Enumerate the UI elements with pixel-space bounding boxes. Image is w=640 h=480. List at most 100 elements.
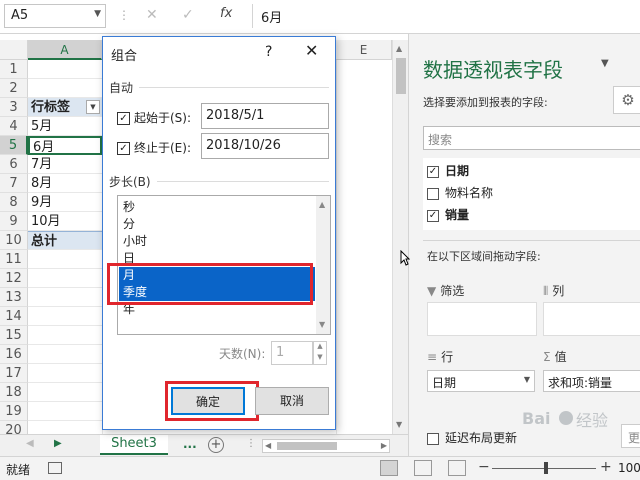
chevron-down-icon[interactable]: ▼ bbox=[524, 375, 530, 384]
step-list-item[interactable]: 秒 bbox=[119, 199, 315, 216]
scroll-thumb[interactable] bbox=[277, 442, 337, 450]
name-box[interactable]: A5 ▼ bbox=[4, 4, 106, 28]
help-button[interactable]: ? bbox=[265, 44, 272, 60]
scroll-thumb[interactable] bbox=[396, 58, 406, 94]
select-all-corner[interactable] bbox=[0, 40, 28, 60]
row-header[interactable]: 19 bbox=[0, 402, 28, 421]
grid-cell[interactable]: 6月 bbox=[28, 136, 102, 155]
step-list-item[interactable]: 分 bbox=[119, 216, 315, 233]
chevron-down-icon[interactable]: ▼ bbox=[601, 58, 609, 69]
row-header[interactable]: 9 bbox=[0, 212, 28, 231]
zoom-in-button[interactable]: + bbox=[600, 459, 612, 475]
columns-drop-zone[interactable] bbox=[543, 302, 640, 336]
close-button[interactable]: ✕ bbox=[305, 41, 318, 60]
spin-down-icon[interactable]: ▼ bbox=[314, 353, 326, 364]
sheet-tab-sheet3[interactable]: Sheet3 bbox=[100, 435, 168, 455]
grid-cell[interactable]: 7月 bbox=[28, 155, 102, 174]
tab-next-icon[interactable]: ▶ bbox=[54, 438, 62, 449]
drag-handle-icon[interactable]: ⋮ bbox=[118, 8, 130, 22]
days-spinner[interactable]: ▲ ▼ bbox=[313, 341, 327, 365]
scroll-up-icon[interactable]: ▲ bbox=[396, 44, 402, 53]
insert-function-icon[interactable]: fx bbox=[220, 6, 232, 21]
row-header[interactable]: 12 bbox=[0, 269, 28, 288]
step-list-item[interactable]: 小时 bbox=[119, 233, 315, 250]
grid-cell[interactable]: 8月 bbox=[28, 174, 102, 193]
row-header[interactable]: 17 bbox=[0, 364, 28, 383]
zoom-slider-thumb[interactable] bbox=[544, 462, 548, 474]
field-item-date[interactable]: ✓ 日期 bbox=[427, 162, 469, 182]
add-sheet-button[interactable]: + bbox=[208, 437, 224, 453]
normal-view-button[interactable] bbox=[380, 460, 398, 476]
cancel-icon[interactable]: ✕ bbox=[146, 7, 158, 23]
grid-cell[interactable] bbox=[28, 288, 102, 307]
scroll-left-icon[interactable]: ◀ bbox=[265, 441, 271, 450]
scroll-down-icon[interactable]: ▼ bbox=[319, 320, 325, 329]
grid-cell[interactable]: 9月 bbox=[28, 193, 102, 212]
confirm-icon[interactable]: ✓ bbox=[182, 7, 194, 23]
days-input[interactable]: 1 bbox=[271, 341, 313, 365]
row-header[interactable]: 8 bbox=[0, 193, 28, 212]
row-header[interactable]: 10 bbox=[0, 231, 28, 250]
column-header-e[interactable]: E bbox=[336, 40, 392, 60]
page-layout-view-button[interactable] bbox=[414, 460, 432, 476]
scroll-right-icon[interactable]: ▶ bbox=[381, 441, 387, 450]
grid-cell[interactable]: 5月 bbox=[28, 117, 102, 136]
checkbox-checked-icon[interactable]: ✓ bbox=[117, 112, 130, 125]
end-option[interactable]: ✓ 终止于(E): bbox=[117, 139, 191, 156]
macro-record-icon[interactable] bbox=[48, 462, 62, 474]
gear-icon[interactable]: ⚙ bbox=[613, 86, 640, 114]
formula-input[interactable]: 6月 bbox=[252, 4, 640, 28]
drag-handle-icon[interactable]: ⋮ bbox=[246, 438, 256, 449]
row-header[interactable]: 4 bbox=[0, 117, 28, 136]
spin-up-icon[interactable]: ▲ bbox=[314, 342, 326, 353]
row-header[interactable]: 3 bbox=[0, 98, 28, 117]
field-item-material[interactable]: 物料名称 bbox=[427, 184, 493, 204]
rows-area[interactable]: ≡ 行 日期 ▼ bbox=[427, 348, 537, 404]
row-header[interactable]: 18 bbox=[0, 383, 28, 402]
field-search-input[interactable]: 搜索 bbox=[423, 126, 640, 150]
row-header[interactable]: 2 bbox=[0, 79, 28, 98]
pivot-row-labels-header[interactable]: 行标签 ▼ bbox=[28, 98, 102, 117]
row-header[interactable]: 13 bbox=[0, 288, 28, 307]
checkbox-icon[interactable] bbox=[427, 187, 439, 200]
grid-cell[interactable] bbox=[28, 364, 102, 383]
grid-cell[interactable] bbox=[28, 326, 102, 345]
columns-area[interactable]: ⦀ 列 bbox=[543, 282, 640, 338]
row-header[interactable]: 1 bbox=[0, 60, 28, 79]
start-date-input[interactable]: 2018/5/1 bbox=[201, 103, 329, 129]
grid-cell[interactable] bbox=[28, 402, 102, 421]
zoom-out-button[interactable]: − bbox=[478, 459, 490, 475]
filter-dropdown-icon[interactable]: ▼ bbox=[86, 100, 100, 114]
grid-cell[interactable] bbox=[28, 250, 102, 269]
checkbox-checked-icon[interactable]: ✓ bbox=[427, 209, 439, 222]
cancel-button[interactable]: 取消 bbox=[255, 387, 329, 415]
more-sheets-button[interactable]: ... bbox=[183, 437, 197, 451]
grid-cell[interactable] bbox=[28, 269, 102, 288]
values-area[interactable]: Σ值 求和项:销量 ▼ bbox=[543, 348, 640, 404]
page-break-view-button[interactable] bbox=[448, 460, 466, 476]
row-header[interactable]: 16 bbox=[0, 345, 28, 364]
grid-cell[interactable] bbox=[28, 345, 102, 364]
checkbox-icon[interactable] bbox=[427, 432, 439, 445]
field-item-sales[interactable]: ✓ 销量 bbox=[427, 206, 469, 226]
pivot-grand-total[interactable]: 总计 bbox=[28, 231, 102, 250]
grid-cell[interactable]: 10月 bbox=[28, 212, 102, 231]
grid-cell[interactable] bbox=[28, 60, 102, 79]
checkbox-checked-icon[interactable]: ✓ bbox=[427, 165, 439, 178]
row-header[interactable]: 11 bbox=[0, 250, 28, 269]
row-header[interactable]: 14 bbox=[0, 307, 28, 326]
filter-drop-zone[interactable] bbox=[427, 302, 537, 336]
zoom-level[interactable]: 100 bbox=[618, 461, 640, 475]
scroll-up-icon[interactable]: ▲ bbox=[319, 200, 325, 209]
row-header[interactable]: 15 bbox=[0, 326, 28, 345]
row-header[interactable]: 6 bbox=[0, 155, 28, 174]
chevron-down-icon[interactable]: ▼ bbox=[94, 9, 101, 19]
value-field-sales-sum[interactable]: 求和项:销量 ▼ bbox=[543, 370, 640, 392]
tab-prev-icon[interactable]: ◀ bbox=[26, 438, 34, 449]
listbox-scrollbar[interactable]: ▲ ▼ bbox=[316, 196, 330, 334]
row-field-date[interactable]: 日期 ▼ bbox=[427, 370, 535, 392]
horizontal-scrollbar[interactable]: ◀ ▶ bbox=[262, 439, 390, 453]
row-header[interactable]: 5 bbox=[0, 136, 28, 155]
grid-cell[interactable] bbox=[28, 79, 102, 98]
vertical-scrollbar[interactable]: ▲ ▼ bbox=[392, 40, 408, 434]
